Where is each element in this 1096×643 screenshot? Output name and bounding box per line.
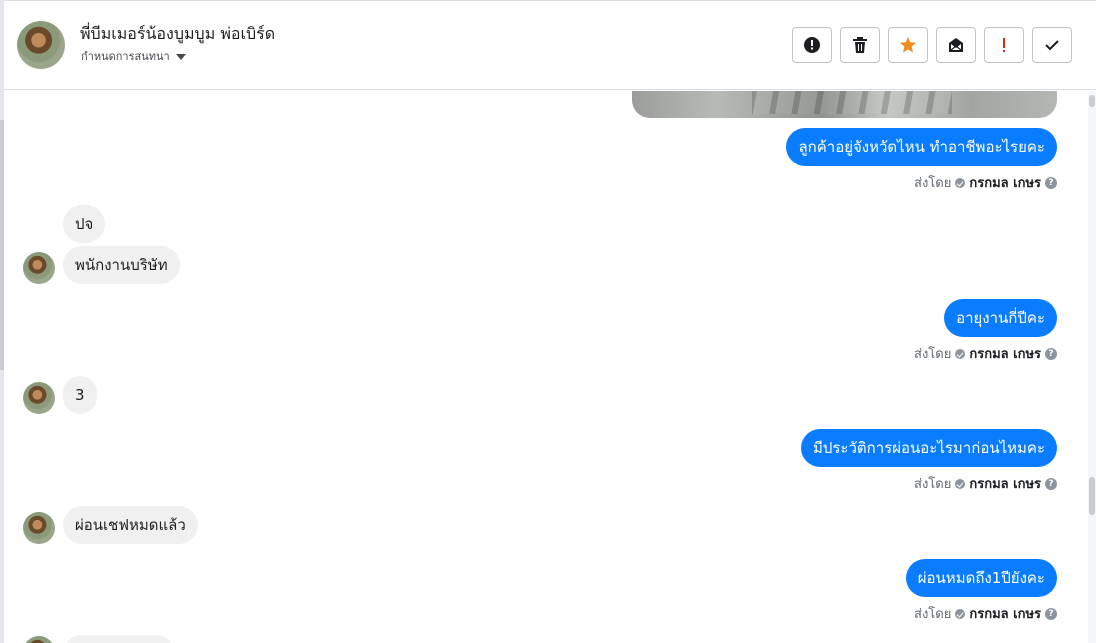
trash-icon (853, 37, 867, 53)
contact-avatar-small[interactable] (23, 512, 55, 544)
sent-by-label: ส่งโดย (914, 347, 952, 362)
mark-unread-button[interactable] (936, 27, 976, 63)
envelope-open-icon (949, 38, 963, 52)
incoming-message[interactable]: พนักงานบริษัท (63, 246, 180, 284)
agent-name[interactable]: กรกมล เกษร (969, 343, 1041, 364)
star-button[interactable] (888, 27, 928, 63)
star-icon (900, 37, 916, 53)
assign-conversation-label: กำหนดการสนทนา (81, 50, 170, 63)
outgoing-message[interactable]: ผ่อนหมดถึง1ปียังคะ (905, 559, 1057, 597)
agent-name[interactable]: กรกมล เกษร (969, 603, 1041, 624)
sent-by-info: ส่งโดย กรกมล เกษร ? (914, 473, 1057, 494)
report-spam-button[interactable] (792, 27, 832, 63)
sent-by-info: ส่งโดย กรกมล เกษร ? (914, 172, 1057, 193)
assign-conversation-dropdown[interactable]: กำหนดการสนทนา (81, 47, 186, 65)
outgoing-message[interactable]: ลูกค้าอยู่จังหวัดไหน ทำอาชีพอะไรยคะ (786, 128, 1057, 166)
scrollbar-thumb[interactable] (1089, 477, 1095, 515)
check-circle-icon (955, 348, 966, 359)
contact-avatar-small[interactable] (23, 252, 55, 284)
help-icon[interactable]: ? (1045, 176, 1057, 189)
check-circle-icon (955, 478, 966, 489)
incoming-message[interactable]: 3 (63, 376, 97, 414)
sent-by-info: ส่งโดย กรกมล เกษร ? (914, 603, 1057, 624)
exclamation-icon (1003, 38, 1005, 52)
delete-button[interactable] (840, 27, 880, 63)
sent-by-label: ส่งโดย (914, 607, 952, 622)
sent-by-label: ส่งโดย (914, 176, 952, 191)
conversation-toolbar (792, 27, 1072, 63)
incoming-message[interactable]: ปจ (63, 205, 106, 243)
image-attachment[interactable] (632, 91, 1057, 118)
outgoing-message[interactable]: มีประวัติการผ่อนอะไรมาก่อนไหมคะ (800, 429, 1057, 467)
check-circle-icon (955, 177, 966, 188)
sent-by-label: ส่งโดย (914, 477, 952, 492)
check-icon (1045, 40, 1059, 51)
mark-done-button[interactable] (1032, 27, 1072, 63)
contact-name[interactable]: พี่บีมเมอร์น้องบูมบูม พ่อเบิร์ด (80, 22, 275, 47)
incoming-message[interactable]: ผ่อนเชฟหมดแล้ว (63, 506, 198, 544)
conversation-header: พี่บีมเมอร์น้องบูมบูม พ่อเบิร์ด กำหนดการ… (4, 0, 1096, 90)
contact-avatar[interactable] (17, 21, 65, 69)
agent-name[interactable]: กรกมล เกษร (969, 473, 1041, 494)
follow-up-button[interactable] (984, 27, 1024, 63)
agent-name[interactable]: กรกมล เกษร (969, 172, 1041, 193)
sent-by-info: ส่งโดย กรกมล เกษร ? (914, 343, 1057, 364)
contact-avatar-small[interactable] (23, 636, 55, 643)
outgoing-message[interactable]: อายุงานกี่ปีคะ (944, 299, 1057, 337)
scrollbar-top-marker (1089, 95, 1095, 107)
help-icon[interactable]: ? (1045, 607, 1057, 620)
message-thread[interactable]: ลูกค้าอยู่จังหวัดไหน ทำอาชีพอะไรยคะ ส่งโ… (4, 91, 1088, 643)
help-icon[interactable]: ? (1045, 347, 1057, 360)
incoming-message-partial[interactable] (63, 635, 175, 643)
help-icon[interactable]: ? (1045, 477, 1057, 490)
check-circle-icon (955, 608, 966, 619)
thread-scrollbar[interactable] (1088, 91, 1096, 643)
contact-avatar-small[interactable] (23, 382, 55, 414)
exclamation-circle-icon (804, 37, 820, 53)
caret-down-icon (175, 53, 186, 60)
